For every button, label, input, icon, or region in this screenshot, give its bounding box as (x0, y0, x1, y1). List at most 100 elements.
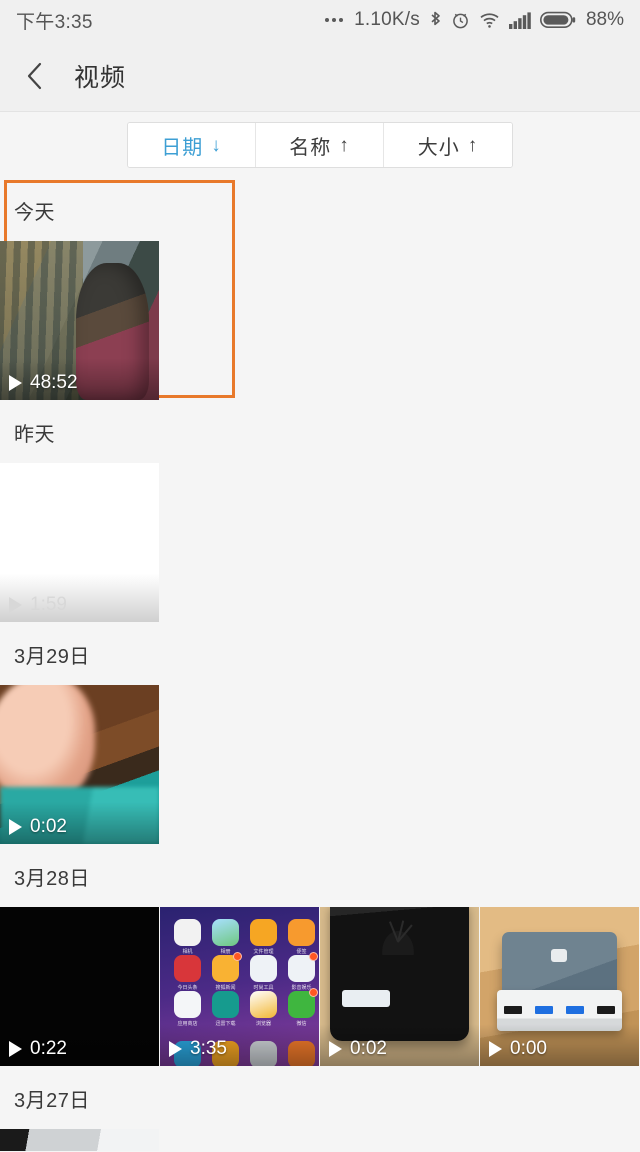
video-duration-label: 0:00 (510, 1038, 547, 1059)
app-icon-notes: 便签 (288, 919, 315, 955)
video-thumbnail[interactable]: 1:59 (0, 463, 159, 622)
video-thumbnail[interactable]: 相机 相册 文件管理 便签 今日头条 搜狐新闻 时尚工具 影音娱乐 应用商店 迅… (160, 907, 319, 1066)
thumbnail-row: 0:02 (0, 685, 640, 844)
section-header-label: 昨天 (0, 400, 640, 463)
thumbnail-row: 1:59 (0, 463, 640, 622)
sort-tab-date-label: 日期 (161, 136, 204, 159)
video-duration-badge: 0:00 (489, 1038, 547, 1060)
sort-segmented-control[interactable]: 日期 ↓ 名称 ↑ 大小 ↑ (127, 122, 513, 168)
app-header: 视频 (0, 40, 640, 112)
video-duration-badge: 0:02 (329, 1038, 387, 1060)
app-icon-label: 便签 (296, 949, 307, 955)
status-icons-group: 1.10K/s 88% (325, 9, 624, 31)
play-icon (9, 1041, 22, 1057)
sort-tab-name[interactable]: 名称 ↑ (256, 123, 384, 167)
play-icon (9, 375, 22, 391)
sort-tab-size[interactable]: 大小 ↑ (384, 123, 512, 167)
thumbnail-row (0, 1129, 640, 1151)
video-thumbnail[interactable] (0, 1129, 159, 1151)
video-duration-label: 0:22 (30, 1038, 67, 1059)
sort-arrow-up-icon: ↑ (467, 134, 479, 156)
app-icon-gallery: 相册 (212, 919, 239, 955)
usb-port (565, 1006, 584, 1015)
video-duration-badge: 48:52 (9, 372, 78, 394)
section-header-label: 今天 (0, 178, 640, 241)
play-icon (169, 1041, 182, 1057)
bluetooth-icon (429, 10, 442, 30)
sort-tab-name-label: 名称 (289, 136, 332, 159)
video-duration-label: 3:35 (190, 1038, 227, 1059)
app-icon-thunder: 迅雷下载 (212, 991, 239, 1027)
sort-bar: 日期 ↓ 名称 ↑ 大小 ↑ (0, 112, 640, 178)
video-duration-label: 48:52 (30, 372, 78, 393)
thumbnail-row: 0:22 相机 相册 文件管理 便签 今日头条 搜狐新闻 时尚工具 影音娱乐 应… (0, 907, 640, 1066)
section-today: 今天 48:52 (0, 178, 640, 400)
section-header-label: 3月29日 (0, 622, 640, 685)
app-icon-sohu-news: 搜狐新闻 (212, 952, 242, 991)
app-icon-file-manager: 文件管理 (250, 919, 277, 955)
status-time: 下午3:35 (16, 11, 93, 33)
page-title: 视频 (74, 63, 127, 92)
section-header-label: 3月28日 (0, 844, 640, 907)
sort-arrow-up-icon: ↑ (339, 134, 350, 156)
app-icon-label: 相册 (220, 949, 231, 955)
back-chevron-icon[interactable] (22, 62, 48, 89)
sort-tab-size-label: 大小 (417, 136, 460, 159)
sort-arrow-down-icon: ↓ (211, 134, 222, 156)
usb-port (596, 1006, 615, 1015)
thumbnail-row: 48:52 (0, 241, 640, 400)
usb-port (534, 1006, 553, 1015)
app-icon-folder-tools: 时尚工具 (250, 955, 277, 991)
video-thumbnail[interactable]: 0:02 (0, 685, 159, 844)
notification-badge (233, 952, 242, 961)
usb-port (503, 1006, 522, 1015)
video-duration-badge: 3:35 (169, 1038, 227, 1060)
app-icon-camera: 相机 (174, 919, 201, 955)
battery-icon (539, 11, 576, 29)
more-dots-icon (325, 18, 344, 22)
app-icon-label: 相机 (182, 949, 193, 955)
app-icon-browser: 浏览器 (250, 991, 277, 1027)
section-header-label: 3月27日 (0, 1066, 640, 1129)
video-duration-badge: 1:59 (9, 594, 67, 616)
video-duration-label: 1:59 (30, 594, 67, 615)
section-march-28: 3月28日 0:22 相机 相册 文件管理 便签 今日头条 搜狐新闻 时尚工具 … (0, 844, 640, 1066)
app-icon-app-store: 应用商店 (174, 991, 201, 1027)
video-list: 今天 48:52 昨天 1:59 3月29日 0:02 3月28日 0:22 相… (0, 178, 640, 1151)
decor-plant (374, 919, 422, 955)
video-duration-badge: 0:22 (9, 1038, 67, 1060)
sort-tab-date[interactable]: 日期 ↓ (128, 123, 256, 167)
play-icon (329, 1041, 342, 1057)
section-march-29: 3月29日 0:02 (0, 622, 640, 844)
network-speed-label: 1.10K/s (354, 9, 420, 30)
app-icon-label: 文件管理 (253, 949, 274, 955)
alarm-icon (451, 11, 470, 30)
thumbnail-image (0, 1129, 159, 1151)
hub-logo-icon (551, 948, 568, 962)
video-thumbnail[interactable]: 0:02 (320, 907, 479, 1066)
app-icon-wechat: 微信 (288, 988, 318, 1027)
video-duration-label: 0:02 (350, 1038, 387, 1059)
section-march-27: 3月27日 (0, 1066, 640, 1151)
app-icon-label: 今日头条 (177, 985, 198, 991)
app-icon-toutiao: 今日头条 (174, 955, 201, 991)
play-icon (489, 1041, 502, 1057)
app-icon-folder-media: 影音娱乐 (288, 952, 318, 991)
video-thumbnail[interactable]: 0:22 (0, 907, 159, 1066)
section-yesterday: 昨天 1:59 (0, 400, 640, 622)
video-duration-label: 0:02 (30, 816, 67, 837)
app-icon-label: 时尚工具 (253, 985, 274, 991)
wifi-icon (479, 11, 500, 29)
video-thumbnail[interactable]: 48:52 (0, 241, 159, 400)
play-icon (9, 819, 22, 835)
battery-percent-label: 88% (585, 9, 624, 30)
play-icon (9, 597, 22, 613)
notification-badge (309, 952, 318, 961)
video-thumbnail[interactable]: 0:00 (480, 907, 639, 1066)
video-duration-badge: 0:02 (9, 816, 67, 838)
signal-icon (508, 11, 531, 29)
notification-badge (309, 988, 318, 997)
status-bar: 下午3:35 1.10K/s 88% (0, 0, 640, 40)
homescreen-icon-grid: 相机 相册 文件管理 便签 今日头条 搜狐新闻 时尚工具 影音娱乐 应用商店 迅… (174, 919, 318, 1027)
app-icon-label: 搜狐新闻 (215, 985, 236, 991)
